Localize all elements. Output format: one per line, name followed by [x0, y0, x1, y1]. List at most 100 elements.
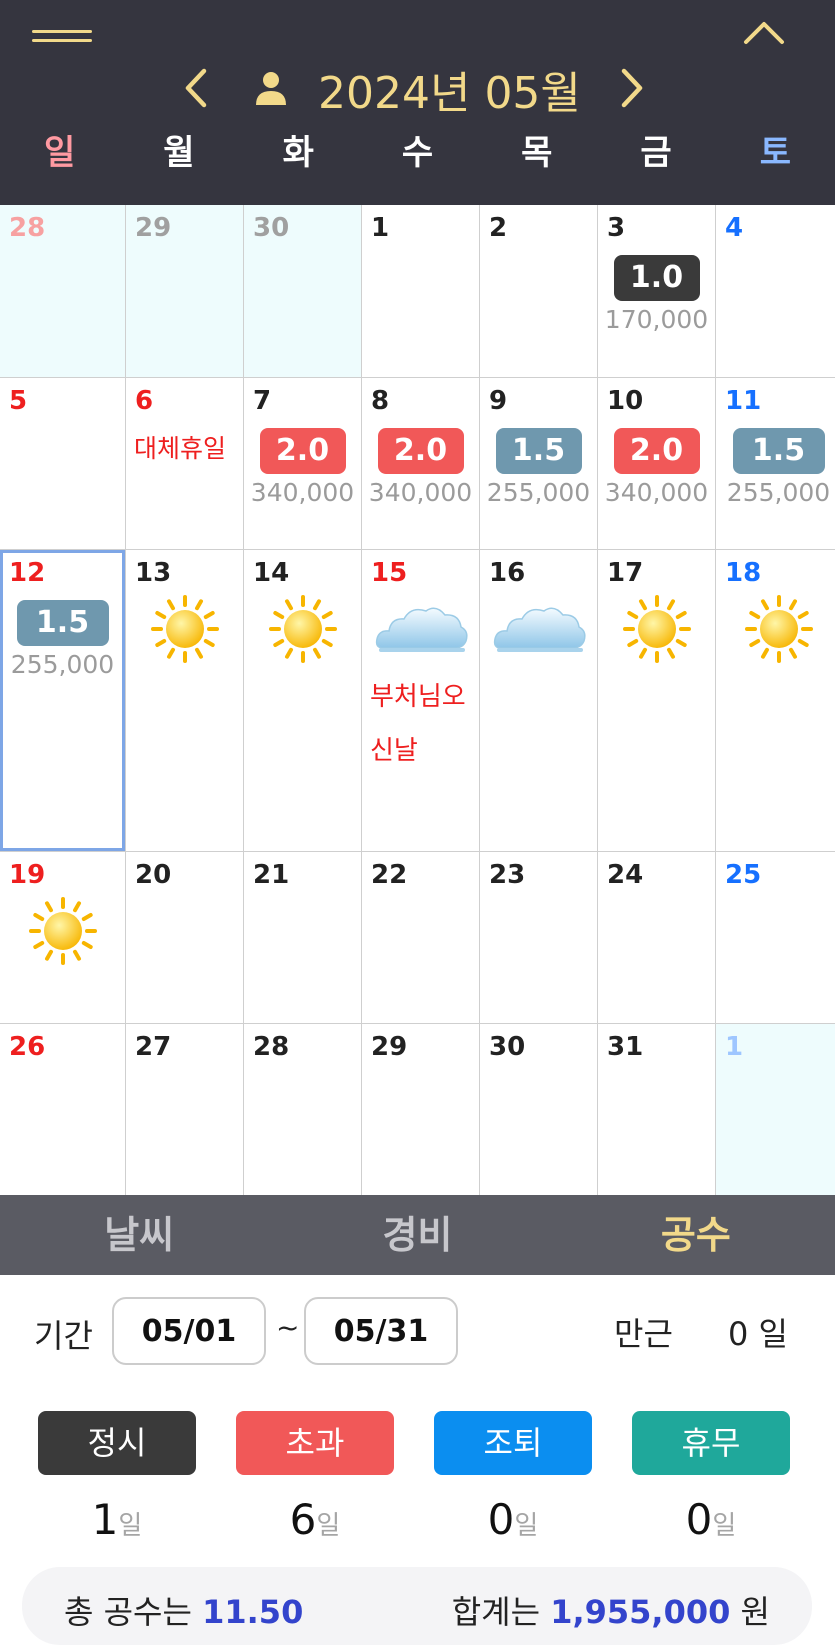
calendar-day[interactable]: 14	[244, 550, 361, 851]
calendar-day[interactable]: 27	[126, 1024, 243, 1199]
day-number: 21	[253, 860, 290, 890]
sun-icon	[622, 594, 692, 664]
day-number: 4	[725, 213, 744, 243]
calendar-day[interactable]: 3 1.0 170,000	[598, 205, 715, 377]
calendar-day[interactable]: 8 2.0 340,000	[362, 378, 479, 549]
calendar-day[interactable]: 20	[126, 852, 243, 1023]
weekday-sat: 토	[759, 133, 791, 173]
calendar-day[interactable]: 10 2.0 340,000	[598, 378, 715, 549]
tab-weather[interactable]: 날씨	[0, 1195, 278, 1275]
calendar-day[interactable]: 28	[244, 1024, 361, 1199]
day-number: 28	[253, 1032, 290, 1062]
day-number: 20	[135, 860, 172, 890]
calendar-day-selected[interactable]: 12 1.5 255,000	[0, 550, 125, 851]
calendar-day[interactable]: 15 부처님오신날	[362, 550, 479, 851]
person-icon[interactable]	[252, 69, 290, 107]
count-unit: 일	[514, 1511, 539, 1541]
calendar-day[interactable]: 30	[480, 1024, 597, 1199]
day-number: 29	[135, 213, 172, 243]
day-number: 31	[607, 1032, 644, 1062]
gongsu-badge: 2.0	[259, 428, 346, 474]
calendar-day[interactable]: 29	[126, 205, 243, 377]
next-month-icon[interactable]	[612, 65, 652, 111]
cloud-icon	[373, 600, 469, 660]
day-number: 24	[607, 860, 644, 890]
calendar-day[interactable]: 28	[0, 205, 125, 377]
day-number: 1	[725, 1032, 744, 1062]
calendar-grid: 28 29 30 1 2 3 1.0 170,000 4 5 6 대체휴일 7 2.0 340,000 8 2.…	[0, 205, 835, 1199]
end-date-field[interactable]: 05/31	[304, 1297, 458, 1365]
tab-expense[interactable]: 경비	[278, 1195, 556, 1275]
calendar-day[interactable]: 21	[244, 852, 361, 1023]
holiday-label: 부처님오신날	[370, 682, 466, 766]
weekday-sun: 일	[44, 133, 76, 173]
calendar-day[interactable]: 4	[716, 205, 835, 377]
calendar-day[interactable]: 31	[598, 1024, 715, 1199]
calendar-day[interactable]: 17	[598, 550, 715, 851]
total-sum-label: 합계는	[451, 1593, 541, 1631]
calendar-day[interactable]: 29	[362, 1024, 479, 1199]
calendar-day[interactable]: 18	[716, 550, 835, 851]
month-title[interactable]: 2024년 05월	[318, 57, 581, 121]
day-amount: 340,000	[368, 478, 473, 507]
app-header: 2024년 05월 일 월 화 수 목 금 토	[0, 0, 835, 205]
day-number: 10	[607, 386, 644, 416]
start-date-field[interactable]: 05/01	[112, 1297, 266, 1365]
day-off-button[interactable]: 휴무	[632, 1411, 790, 1475]
calendar-day[interactable]: 23	[480, 852, 597, 1023]
gongsu-badge: 1.5	[495, 428, 582, 474]
calendar-day[interactable]: 30	[244, 205, 361, 377]
overtime-button[interactable]: 초과	[236, 1411, 394, 1475]
total-bar: 총 공수는 11.50 합계는 1,955,000 원	[22, 1567, 812, 1645]
day-number: 18	[725, 558, 762, 588]
sun-icon	[28, 896, 98, 966]
day-number: 25	[725, 860, 762, 890]
day-amount: 340,000	[250, 478, 355, 507]
early-leave-count: 0일	[434, 1495, 592, 1544]
day-number: 7	[253, 386, 272, 416]
calendar-day[interactable]: 16	[480, 550, 597, 851]
day-amount: 340,000	[604, 478, 709, 507]
day-off-count: 0일	[632, 1495, 790, 1544]
prev-month-icon[interactable]	[176, 65, 216, 111]
calendar-day[interactable]: 22	[362, 852, 479, 1023]
calendar-day[interactable]: 1	[716, 1024, 835, 1199]
mangeun-value: 0 일	[728, 1315, 788, 1353]
total-sum-value: 1,955,000	[550, 1593, 731, 1631]
calendar-day[interactable]: 7 2.0 340,000	[244, 378, 361, 549]
calendar-day[interactable]: 24	[598, 852, 715, 1023]
early-leave-button[interactable]: 조퇴	[434, 1411, 592, 1475]
gongsu-badge: 1.0	[613, 255, 700, 301]
day-number: 23	[489, 860, 526, 890]
tab-gongsu[interactable]: 공수	[557, 1195, 835, 1275]
calendar-day[interactable]: 11 1.5 255,000	[716, 378, 835, 549]
day-number: 6	[135, 386, 154, 416]
day-number: 13	[135, 558, 172, 588]
day-number: 29	[371, 1032, 408, 1062]
day-amount: 255,000	[10, 650, 115, 679]
regular-button[interactable]: 정시	[38, 1411, 196, 1475]
calendar-day[interactable]: 25	[716, 852, 835, 1023]
weekday-mon: 월	[163, 133, 195, 173]
calendar-day[interactable]: 6 대체휴일	[126, 378, 243, 549]
calendar-day[interactable]: 13	[126, 550, 243, 851]
chevron-up-icon[interactable]	[742, 18, 786, 48]
calendar-day[interactable]: 26	[0, 1024, 125, 1199]
day-amount: 170,000	[604, 305, 709, 334]
gongsu-badge: 1.5	[16, 600, 109, 646]
calendar-day[interactable]: 1	[362, 205, 479, 377]
count-number: 1	[91, 1495, 119, 1544]
day-number: 9	[489, 386, 508, 416]
calendar-day[interactable]: 2	[480, 205, 597, 377]
calendar-day[interactable]: 5	[0, 378, 125, 549]
day-number: 30	[253, 213, 290, 243]
day-number: 27	[135, 1032, 172, 1062]
count-unit: 일	[316, 1511, 341, 1541]
total-sum: 합계는 1,955,000 원	[452, 1587, 770, 1633]
day-number: 14	[253, 558, 290, 588]
day-number: 2	[489, 213, 508, 243]
calendar-day[interactable]: 9 1.5 255,000	[480, 378, 597, 549]
menu-icon[interactable]	[32, 28, 92, 42]
calendar-day[interactable]: 19	[0, 852, 125, 1023]
day-number: 3	[607, 213, 626, 243]
